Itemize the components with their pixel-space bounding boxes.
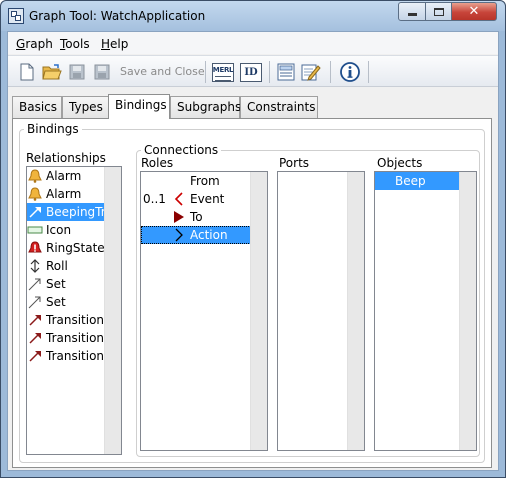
properties-icon — [277, 63, 295, 81]
list-item[interactable]: To — [141, 208, 251, 226]
bindings-group-title: Bindings — [24, 122, 82, 136]
save-icon — [69, 64, 85, 80]
list-item[interactable]: Set — [27, 275, 105, 293]
roles-scrollbar[interactable] — [250, 172, 267, 450]
roll-arrows-icon — [27, 258, 43, 274]
connections-group: Connections Roles From 0..1 Event To Act… — [136, 143, 480, 457]
ringing-bell-icon — [27, 240, 43, 256]
properties-button[interactable] — [275, 61, 297, 83]
bindings-tab-panel: Bindings Relationships Alarm Alarm Beepi… — [12, 118, 492, 468]
id-icon: ID — [240, 62, 262, 82]
icon-rectangle-icon — [27, 222, 43, 238]
list-item-selected[interactable]: Beep — [375, 172, 460, 190]
list-item[interactable]: Set — [27, 293, 105, 311]
menu-graph[interactable]: Graph — [16, 37, 53, 51]
relationships-list[interactable]: Alarm Alarm BeepingTran Icon RingState R… — [26, 166, 122, 455]
tab-subgraphs[interactable]: Subgraphs — [170, 96, 241, 118]
list-item[interactable]: 0..1 Event — [141, 190, 251, 208]
edit-icon — [301, 64, 321, 81]
info-button[interactable] — [339, 61, 361, 83]
set-arrow-icon — [27, 294, 43, 310]
list-item[interactable]: RingState — [27, 239, 105, 257]
tab-types[interactable]: Types — [62, 96, 109, 118]
menu-help[interactable]: Help — [101, 37, 128, 51]
list-item[interactable]: Icon — [27, 221, 105, 239]
menu-tools[interactable]: Tools — [60, 37, 90, 51]
save-button[interactable] — [66, 61, 88, 83]
tab-constraints[interactable]: Constraints — [240, 96, 318, 118]
toolbar-separator — [368, 61, 369, 83]
close-icon: ✕ — [468, 4, 480, 19]
set-arrow-icon — [27, 276, 43, 292]
objects-scrollbar[interactable] — [459, 172, 476, 450]
id-button[interactable]: ID — [239, 61, 263, 83]
graph-tool-app-icon[interactable] — [8, 8, 24, 24]
transition-arrow-icon — [27, 312, 43, 328]
relationships-scrollbar[interactable] — [104, 167, 121, 454]
maximize-button[interactable] — [425, 2, 452, 21]
blank-icon — [171, 173, 187, 189]
roles-list[interactable]: From 0..1 Event To Action — [140, 171, 268, 451]
tab-strip: Basics Types Bindings Subgraphs Constrai… — [8, 94, 498, 119]
menu-bar: Graph Tools Help — [8, 32, 498, 54]
roles-label: Roles — [141, 156, 174, 170]
minimize-button[interactable] — [398, 2, 426, 21]
new-document-icon — [20, 63, 34, 81]
title-bar[interactable]: Graph Tool: WatchApplication ✕ — [1, 1, 505, 31]
bell-icon — [27, 186, 43, 202]
connections-group-title: Connections — [141, 143, 222, 157]
triangle-right-icon — [171, 209, 187, 225]
toolbar-separator — [205, 61, 206, 83]
list-item-selected[interactable]: Action — [141, 226, 251, 244]
list-item[interactable]: Roll — [27, 257, 105, 275]
ports-list[interactable] — [277, 171, 365, 451]
toolbar: Save and Close MERL ID — [8, 55, 498, 87]
bindings-group: Bindings Relationships Alarm Alarm Beepi… — [19, 122, 485, 463]
new-document-button[interactable] — [16, 61, 38, 83]
list-item[interactable]: Transition — [27, 347, 105, 365]
minimize-icon — [407, 13, 417, 16]
merl-stripes — [215, 75, 231, 81]
objects-list[interactable]: Beep — [374, 171, 477, 451]
list-item[interactable]: From — [141, 172, 251, 190]
toolbar-separator — [330, 61, 331, 83]
transition-arrow-icon — [27, 348, 43, 364]
transition-arrow-icon — [27, 330, 43, 346]
bell-icon — [27, 168, 43, 184]
tab-bindings[interactable]: Bindings — [108, 94, 170, 119]
application-window: Graph Tool: WatchApplication ✕ Graph Too… — [0, 0, 506, 478]
relationships-label: Relationships — [26, 151, 106, 165]
save-and-close-button[interactable]: Save and Close — [120, 65, 205, 78]
objects-label: Objects — [377, 156, 423, 170]
chevron-left-icon — [171, 191, 187, 207]
chevron-right-icon — [171, 227, 187, 243]
list-item[interactable]: Alarm — [27, 167, 105, 185]
edit-button[interactable] — [300, 61, 322, 83]
close-button[interactable]: ✕ — [451, 2, 497, 21]
info-icon — [340, 62, 360, 82]
open-folder-icon — [42, 64, 62, 80]
merl-generator-icon: MERL — [212, 62, 234, 82]
ports-label: Ports — [279, 156, 310, 170]
ports-scrollbar[interactable] — [347, 172, 364, 450]
client-area: Graph Tools Help Save and Close MERL ID … — [7, 31, 499, 471]
save-all-icon — [94, 64, 110, 80]
merl-button[interactable]: MERL — [211, 61, 235, 83]
save-all-button[interactable] — [91, 61, 113, 83]
list-item[interactable]: Transition — [27, 311, 105, 329]
list-item[interactable]: Transition — [27, 329, 105, 347]
list-item-selected[interactable]: BeepingTran — [27, 203, 121, 221]
window-title: Graph Tool: WatchApplication — [29, 9, 206, 23]
open-button[interactable] — [41, 61, 63, 83]
maximize-icon — [433, 7, 444, 16]
tab-basics[interactable]: Basics — [12, 96, 62, 118]
toolbar-separator — [269, 61, 270, 83]
list-item[interactable]: Alarm — [27, 185, 105, 203]
transition-arrow-icon — [27, 204, 43, 220]
